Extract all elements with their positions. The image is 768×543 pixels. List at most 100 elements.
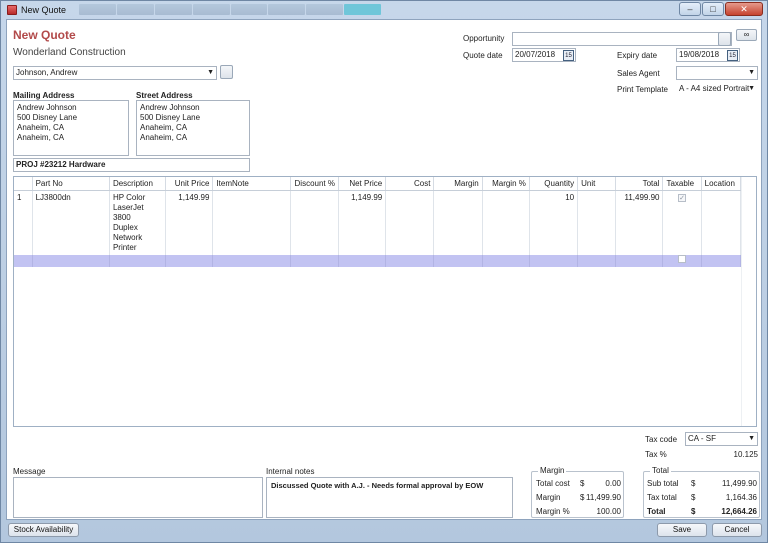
column-header[interactable] xyxy=(14,177,33,191)
margin-legend: Margin xyxy=(538,466,567,475)
cell-item-note[interactable] xyxy=(212,190,291,255)
margin-pct-label: Margin % xyxy=(536,507,570,516)
cell-margin[interactable] xyxy=(433,190,483,255)
cell-total[interactable]: 11,499.90 xyxy=(615,190,664,255)
column-header[interactable]: Discount % xyxy=(290,177,340,191)
new-row-cell[interactable] xyxy=(165,254,214,267)
message-field[interactable] xyxy=(13,477,263,518)
new-row-cell[interactable] xyxy=(482,254,530,267)
cell-location[interactable] xyxy=(701,190,742,255)
column-header[interactable]: Cost xyxy=(385,177,435,191)
contact-value: Johnson, Andrew xyxy=(16,68,78,77)
address-line: Anaheim, CA xyxy=(140,123,188,132)
print-template-value: A - A4 sized Portrait xyxy=(679,84,750,93)
column-header[interactable]: Total xyxy=(615,177,664,191)
cell-quantity[interactable]: 10 xyxy=(529,190,579,255)
column-header[interactable]: Location xyxy=(701,177,742,191)
column-header[interactable]: Taxable xyxy=(662,177,702,191)
tax-code-select[interactable]: CA - SF ▼ xyxy=(685,432,758,446)
window-title: New Quote xyxy=(21,5,67,15)
chevron-down-icon: ▼ xyxy=(207,69,214,76)
description-line: Printer xyxy=(112,242,137,252)
background-tab xyxy=(344,4,381,15)
column-header[interactable]: Description xyxy=(109,177,167,191)
new-row-cell[interactable] xyxy=(529,254,579,267)
new-row-cell[interactable] xyxy=(212,254,291,267)
maximize-button[interactable]: □ xyxy=(702,2,724,16)
new-row-cell[interactable] xyxy=(577,254,617,267)
table-row[interactable]: 1 LJ3800dn HP Color LaserJet 3800 Duplex… xyxy=(14,190,742,255)
tax-code-label: Tax code xyxy=(645,435,678,444)
close-button[interactable]: ✕ xyxy=(725,2,763,16)
new-row-cell[interactable] xyxy=(109,254,167,267)
cell-description[interactable]: HP Color LaserJet 3800 Duplex Network Pr… xyxy=(109,190,167,255)
margin-pct-value: 100.00 xyxy=(596,507,621,516)
opportunity-lookup-button[interactable] xyxy=(718,32,731,46)
mailing-address-field[interactable]: Andrew Johnson 500 Disney Lane Anaheim, … xyxy=(13,100,129,156)
opportunity-field[interactable] xyxy=(512,32,732,46)
new-row-cell[interactable] xyxy=(662,254,702,267)
link-icon[interactable]: ∞ xyxy=(736,29,757,41)
calendar-icon[interactable]: 15 xyxy=(563,50,574,61)
background-tab xyxy=(306,4,344,15)
cell-cost[interactable] xyxy=(385,190,435,255)
reference-field[interactable]: PROJ #23212 Hardware xyxy=(13,158,250,172)
column-header[interactable]: Part No xyxy=(32,177,110,191)
address-line: Anaheim, CA xyxy=(140,133,188,142)
save-button[interactable]: Save xyxy=(657,523,707,537)
print-template-select[interactable]: A - A4 sized Portrait ▼ xyxy=(676,82,758,96)
expiry-date-field[interactable]: 19/08/2018 15 xyxy=(676,48,740,62)
quote-date-field[interactable]: 20/07/2018 15 xyxy=(512,48,576,62)
margin-label: Margin xyxy=(536,493,561,502)
cell-unit[interactable] xyxy=(577,190,617,255)
minimize-button[interactable]: – xyxy=(679,2,701,16)
column-header[interactable]: ItemNote xyxy=(212,177,291,191)
mailing-address-label: Mailing Address xyxy=(13,91,75,100)
new-row-cell[interactable] xyxy=(385,254,435,267)
new-row-cell[interactable] xyxy=(615,254,664,267)
line-items-grid[interactable]: Part No Description Unit Price ItemNote … xyxy=(13,176,757,427)
cell-margin-pct[interactable] xyxy=(482,190,530,255)
new-row-cell[interactable] xyxy=(433,254,483,267)
new-row-cell[interactable] xyxy=(32,254,110,267)
contact-select[interactable]: Johnson, Andrew ▼ xyxy=(13,66,217,80)
street-address-field[interactable]: Andrew Johnson 500 Disney Lane Anaheim, … xyxy=(136,100,250,156)
column-header[interactable]: Quantity xyxy=(529,177,579,191)
cell-unit-price[interactable]: 1,149.99 xyxy=(165,190,214,255)
app-icon xyxy=(7,5,17,15)
stock-availability-button[interactable]: Stock Availability xyxy=(8,523,79,537)
cell-taxable[interactable]: ✓ xyxy=(662,190,702,255)
street-address-label: Street Address xyxy=(136,91,193,100)
address-line: Andrew Johnson xyxy=(17,103,77,112)
chevron-down-icon: ▼ xyxy=(748,85,755,92)
new-row-cell[interactable] xyxy=(701,254,742,267)
company-name: Wonderland Construction xyxy=(13,47,126,58)
background-tab xyxy=(192,4,230,15)
grid-scrollbar[interactable] xyxy=(741,177,756,426)
cell-part-no[interactable]: LJ3800dn xyxy=(32,190,110,255)
column-header[interactable]: Unit xyxy=(577,177,617,191)
title-bar[interactable]: New Quote – □ ✕ xyxy=(1,1,767,19)
calendar-icon[interactable]: 15 xyxy=(727,50,738,61)
cell-net-price[interactable]: 1,149.99 xyxy=(338,190,387,255)
new-row-cell[interactable] xyxy=(290,254,340,267)
taxable-checkbox[interactable]: ✓ xyxy=(678,193,687,202)
cell-discount[interactable] xyxy=(290,190,340,255)
expiry-date-label: Expiry date xyxy=(617,51,658,60)
background-tab xyxy=(116,4,154,15)
taxable-checkbox[interactable] xyxy=(678,254,687,263)
new-row[interactable] xyxy=(14,254,742,267)
new-row-cell[interactable] xyxy=(338,254,387,267)
column-header[interactable]: Unit Price xyxy=(165,177,214,191)
internal-notes-field[interactable]: Discussed Quote with A.J. - Needs formal… xyxy=(266,477,513,518)
background-tab xyxy=(230,4,268,15)
sales-agent-select[interactable]: ▼ xyxy=(676,66,758,80)
tax-pct-value: 10.125 xyxy=(733,450,758,459)
contact-lookup-button[interactable] xyxy=(220,65,233,79)
description-line: LaserJet 3800 xyxy=(112,202,144,222)
total-cost-label: Total cost xyxy=(536,479,570,488)
column-header[interactable]: Margin xyxy=(433,177,483,191)
column-header[interactable]: Margin % xyxy=(482,177,530,191)
column-header[interactable]: Net Price xyxy=(338,177,387,191)
cancel-button[interactable]: Cancel xyxy=(712,523,762,537)
